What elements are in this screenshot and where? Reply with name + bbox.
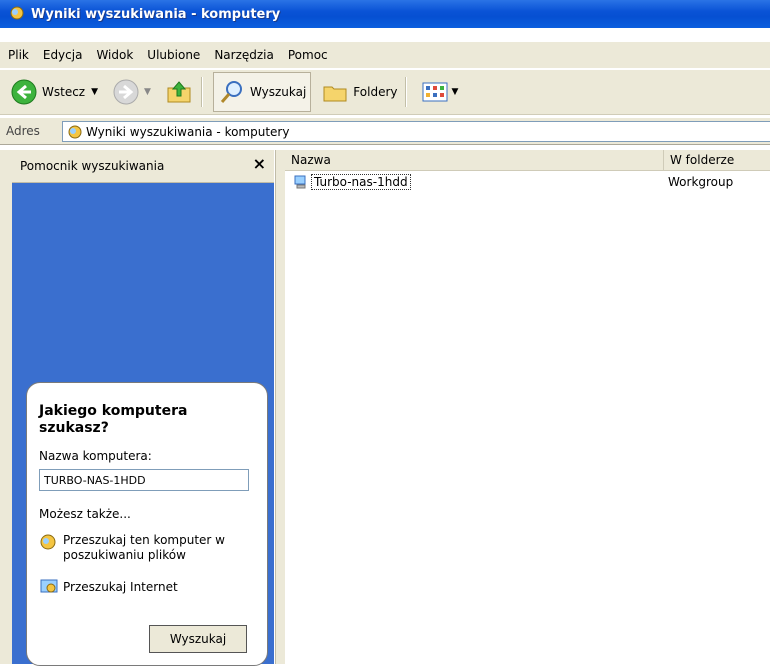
toolbar-separator [200, 77, 203, 107]
views-dropdown-icon[interactable]: ▼ [451, 87, 458, 97]
search-results-icon [68, 125, 82, 138]
views-button[interactable]: ▼ [417, 73, 462, 111]
magnifier-icon [220, 81, 242, 103]
menu-tools[interactable]: Narzędzia [214, 48, 274, 62]
menu-help[interactable]: Pomoc [288, 48, 328, 62]
results-list: Nazwa W folderze Turbo-nas-1hdd Workgrou… [285, 150, 770, 664]
address-value: Wyniki wyszukiwania - komputery [86, 124, 290, 139]
result-name: Turbo-nas-1hdd [311, 174, 411, 190]
search-window-icon [10, 6, 24, 20]
toolbar: Wstecz ▼ ▼ Wyszukaj Foldery ▼ [0, 70, 770, 115]
also-label: Możesz także... [39, 507, 131, 521]
address-label: Adres [6, 124, 40, 138]
close-icon[interactable]: × [253, 154, 266, 173]
back-label: Wstecz [42, 85, 86, 99]
up-folder-icon [167, 81, 191, 103]
title-bar: Wyniki wyszukiwania - komputery [0, 0, 770, 28]
search-internet-link[interactable]: Przeszukaj Internet [39, 577, 248, 597]
search-label: Wyszukaj [249, 85, 307, 99]
back-dropdown-icon[interactable]: ▼ [91, 87, 98, 97]
search-computer-files-link[interactable]: Przeszukaj ten komputer w poszukiwaniu p… [39, 533, 248, 563]
left-edge [0, 150, 12, 664]
column-header-name[interactable]: Nazwa [285, 150, 664, 171]
folders-button[interactable]: Foldery [317, 73, 401, 111]
search-files-icon [40, 534, 56, 550]
back-button[interactable]: Wstecz ▼ [6, 73, 102, 111]
back-arrow-icon [11, 79, 37, 105]
menu-edit[interactable]: Edycja [43, 48, 83, 62]
forward-arrow-icon [113, 79, 139, 105]
search-submit-button[interactable]: Wyszukaj [149, 625, 247, 653]
link2-text: Przeszukaj Internet [63, 579, 178, 594]
menu-favorites[interactable]: Ulubione [147, 48, 200, 62]
address-bar: Adres Wyniki wyszukiwania - komputery [0, 117, 770, 145]
forward-button[interactable]: ▼ [108, 73, 155, 111]
search-button[interactable]: Wyszukaj [212, 72, 312, 112]
search-companion-header: Pomocnik wyszukiwania × [12, 150, 274, 183]
forward-dropdown-icon[interactable]: ▼ [144, 87, 151, 97]
window-title: Wyniki wyszukiwania - komputery [31, 6, 281, 22]
panel-title: Pomocnik wyszukiwania [20, 159, 165, 173]
computer-icon [294, 175, 306, 189]
views-icon [422, 82, 448, 102]
search-card: Jakiego komputera szukasz? Nazwa kompute… [26, 382, 268, 666]
table-row[interactable]: Turbo-nas-1hdd Workgroup [293, 174, 733, 190]
folders-label: Foldery [353, 85, 398, 99]
menu-view[interactable]: Widok [96, 48, 133, 62]
internet-search-icon [40, 579, 58, 593]
link1-text: Przeszukaj ten komputer w poszukiwaniu p… [63, 533, 225, 562]
address-field[interactable]: Wyniki wyszukiwania - komputery [62, 121, 770, 142]
toolbar-separator [405, 77, 408, 107]
result-folder: Workgroup [668, 175, 734, 189]
computer-name-label: Nazwa komputera: [39, 449, 152, 463]
menu-bar: Plik Edycja Widok Ulubione Narzędzia Pom… [0, 42, 770, 68]
computer-name-input[interactable] [39, 469, 249, 491]
up-folder-button[interactable] [161, 73, 197, 111]
search-question: Jakiego komputera szukasz? [39, 403, 188, 436]
menu-file[interactable]: Plik [8, 48, 29, 62]
column-header-folder[interactable]: W folderze [664, 150, 770, 171]
folders-icon [323, 86, 347, 102]
